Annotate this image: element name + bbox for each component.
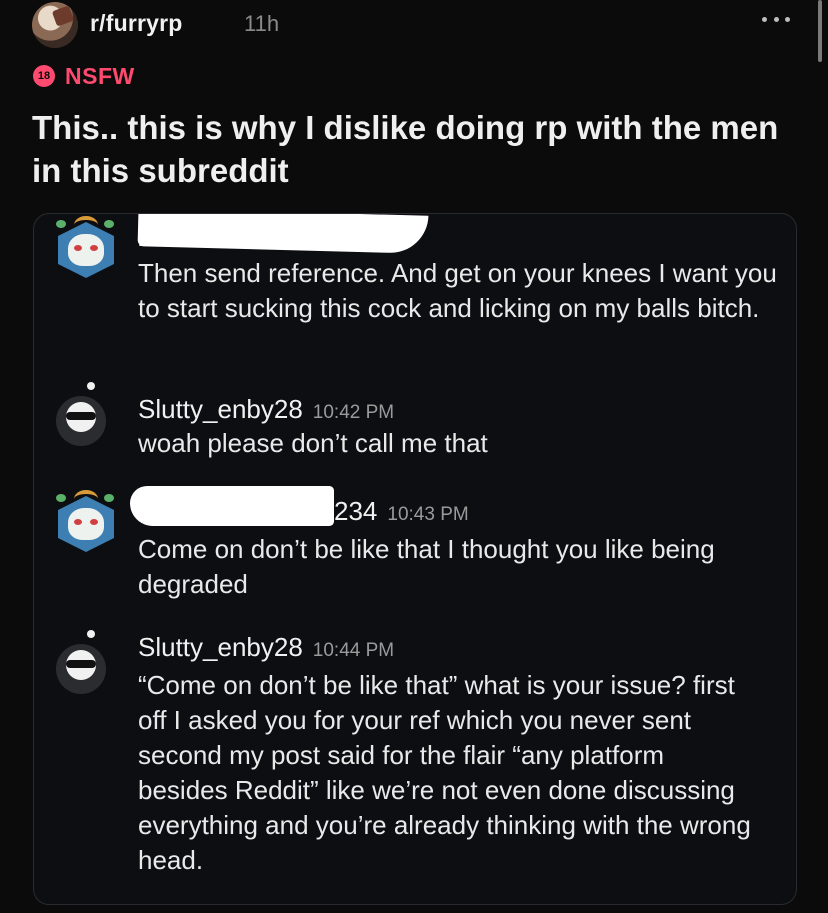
post-header: r/furryrp 11h [32, 2, 802, 48]
nsfw-18-icon: 18 [33, 65, 55, 87]
nsfw-label: NSFW [65, 62, 135, 89]
post-time: 11h [244, 11, 280, 36]
post-screen: r/furryrp 11h 18 NSFW This.. this is why… [0, 0, 828, 913]
subreddit-name[interactable]: r/furryrp [90, 10, 183, 37]
panda-avatar-icon [54, 630, 118, 698]
username: Slutty_enby28 [138, 632, 303, 662]
post-title[interactable]: This.. this is why I dislike doing rp wi… [32, 106, 792, 192]
message-text: Then send reference. And get on your kne… [138, 258, 777, 323]
message-time: 10:44 PM [312, 640, 395, 661]
message-text: woah please don’t call me that [138, 428, 488, 458]
username-partial: 234 [334, 496, 378, 526]
message-text: “Come on don’t be like that” what is you… [138, 670, 751, 875]
redaction-mark [130, 486, 334, 526]
message-header: Slutty_enby28 10:44 PM [138, 632, 394, 664]
nsfw-tag: 18 NSFW [33, 62, 135, 90]
more-options-icon[interactable] [762, 8, 790, 30]
avatar-ear-shape [51, 5, 75, 27]
post-image[interactable]: 234 10:39 PM Then send reference. And ge… [33, 213, 797, 905]
username: Slutty_enby28 [138, 394, 303, 424]
scrollbar[interactable] [818, 0, 822, 62]
tiger-avatar-icon [54, 216, 118, 282]
tiger-avatar-icon [54, 490, 118, 556]
panda-avatar-icon [54, 382, 118, 450]
message-header: Slutty_enby28 10:42 PM [138, 394, 394, 426]
subreddit-avatar[interactable] [32, 2, 78, 48]
message-time: 10:42 PM [312, 402, 395, 423]
message-text: Come on don’t be like that I thought you… [138, 534, 715, 599]
message-time: 10:43 PM [387, 504, 469, 525]
